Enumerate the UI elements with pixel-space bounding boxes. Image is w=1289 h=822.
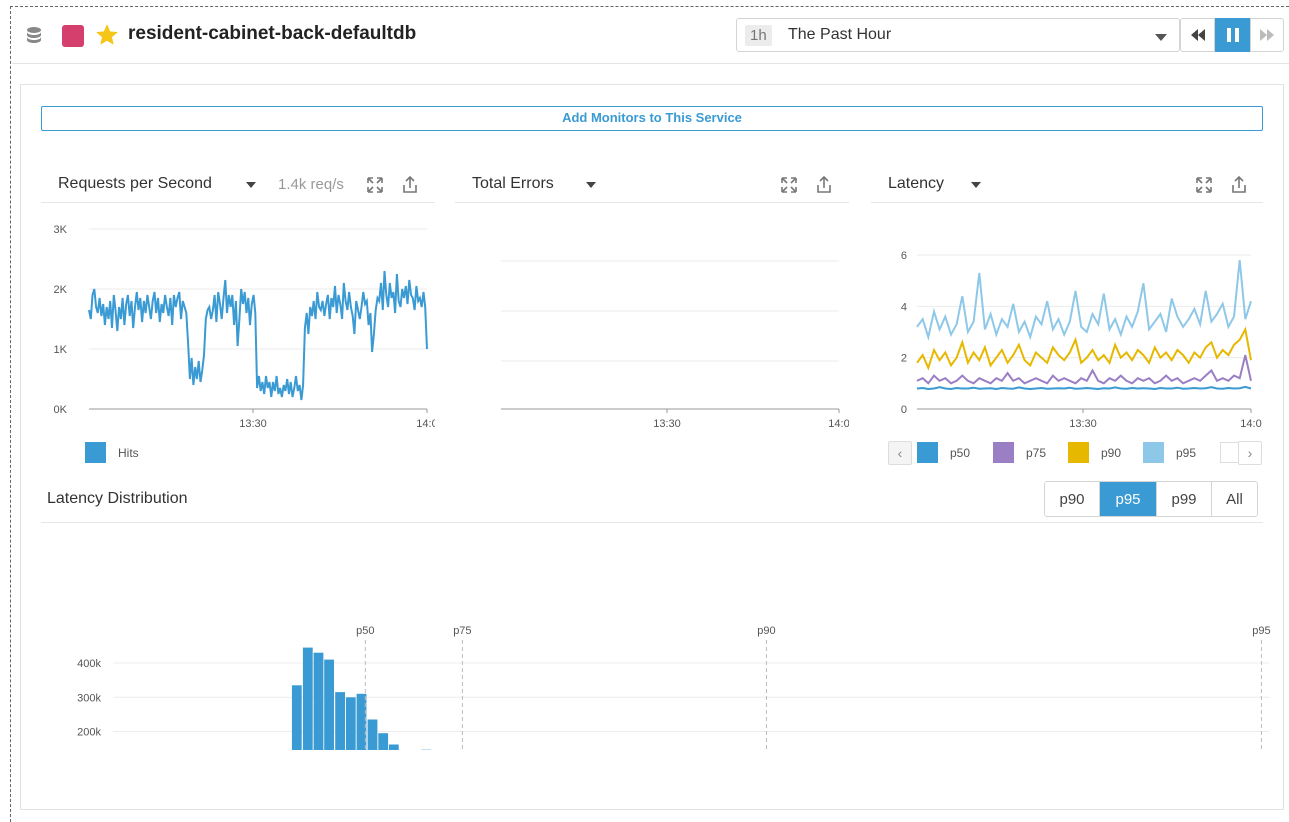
percentile-marker-label: p50 [356, 625, 374, 637]
y-tick-label: 3K [54, 224, 68, 236]
fast-forward-button[interactable] [1250, 18, 1284, 52]
database-icon [27, 27, 41, 43]
percentile-button-p99[interactable]: p99 [1157, 482, 1212, 516]
rewind-button[interactable] [1180, 18, 1215, 52]
x-tick-label: 14:0 [828, 418, 849, 430]
percentile-marker-label: p90 [757, 625, 775, 637]
expand-icon[interactable] [365, 175, 385, 195]
histogram-bar [378, 733, 389, 750]
legend-label: p50 [950, 445, 971, 460]
export-icon[interactable] [814, 175, 834, 195]
histogram-bar [388, 744, 399, 750]
x-tick-label: 14:0 [1240, 418, 1261, 430]
y-tick-label: 2K [54, 284, 68, 296]
histogram-bar [302, 647, 313, 750]
series-line-p90 [916, 326, 1252, 371]
chevron-down-icon[interactable] [246, 182, 256, 188]
percentile-marker-label: p95 [1252, 625, 1270, 637]
fast-forward-icon [1260, 29, 1274, 41]
percentile-button-p95[interactable]: p95 [1100, 482, 1157, 516]
latency-chart[interactable]: 6 4 2 0 13:30 14:0 [871, 215, 1265, 435]
dashed-border-left [10, 6, 11, 822]
chevron-down-icon [1155, 34, 1167, 41]
export-icon[interactable] [400, 175, 420, 195]
x-tick-label: 13:30 [1069, 418, 1097, 430]
star-icon[interactable] [94, 22, 120, 48]
expand-icon[interactable] [1194, 175, 1214, 195]
expand-icon[interactable] [779, 175, 799, 195]
percentile-toggle: p90 p95 p99 All [1044, 481, 1258, 517]
histogram-bar [335, 692, 345, 750]
y-tick-label: 2 [901, 353, 907, 365]
percentile-marker-label: p75 [453, 625, 471, 637]
chevron-down-icon[interactable] [586, 182, 596, 188]
legend-swatch [993, 442, 1014, 463]
chevron-left-icon[interactable]: ‹ [888, 441, 912, 465]
y-tick-label: 0 [901, 404, 907, 416]
pause-icon [1226, 28, 1239, 42]
x-tick-label: 13:30 [239, 418, 267, 430]
y-tick-label: 400k [77, 658, 101, 670]
time-range-label: The Past Hour [788, 26, 892, 43]
pause-button[interactable] [1215, 18, 1250, 52]
legend-swatch [1068, 442, 1089, 463]
legend-label: Hits [118, 445, 139, 460]
service-header: resident-cabinet-back-defaultdb 1h The P… [12, 8, 1289, 64]
histogram-bar [291, 685, 302, 750]
requests-widget-header: Requests per Second 1.4k req/s [41, 167, 435, 203]
errors-widget-header: Total Errors [455, 167, 849, 203]
legend-label: p95 [1176, 445, 1197, 460]
latency-widget-header: Latency [871, 167, 1263, 203]
legend-label: p90 [1101, 445, 1122, 460]
legend-label: p75 [1026, 445, 1047, 460]
x-tick-label: 13:30 [653, 418, 681, 430]
distribution-title: Latency Distribution [47, 490, 188, 507]
time-range-select[interactable]: 1h The Past Hour [736, 18, 1180, 52]
playback-controls [1180, 18, 1284, 52]
errors-widget-title[interactable]: Total Errors [472, 175, 554, 193]
histogram-bar [313, 652, 324, 750]
histogram-bar [345, 697, 356, 750]
percentile-button-all[interactable]: All [1212, 482, 1257, 516]
requests-widget-title[interactable]: Requests per Second [58, 175, 212, 193]
series-line-p50 [916, 385, 1252, 391]
legend-item-p75[interactable]: p75 [993, 442, 1046, 463]
histogram-bar [367, 719, 378, 750]
y-tick-label: 1K [54, 344, 68, 356]
latency-widget-title[interactable]: Latency [888, 175, 944, 193]
chevron-down-icon[interactable] [971, 182, 981, 188]
y-tick-label: 4 [901, 301, 907, 313]
legend-swatch [1143, 442, 1164, 463]
legend-item-p95[interactable]: p95 [1143, 442, 1196, 463]
legend-swatch [85, 442, 106, 463]
dashed-border-top [10, 6, 1289, 7]
latency-distribution-chart[interactable]: 400k300k200k100k00 ns0.50 ms1.00 ms1.50 … [41, 530, 1271, 750]
add-monitors-button[interactable]: Add Monitors to This Service [41, 106, 1263, 131]
percentile-button-p90[interactable]: p90 [1045, 482, 1100, 516]
histogram-bar [324, 659, 334, 750]
legend-item-p50[interactable]: p50 [917, 442, 970, 463]
x-tick-label: 14:0 [416, 418, 435, 430]
series-line-hits [88, 270, 428, 401]
service-color-chip [62, 25, 84, 47]
rewind-icon [1190, 29, 1205, 41]
y-tick-label: 300k [77, 692, 101, 704]
time-range-badge: 1h [745, 25, 772, 46]
legend-item-hits[interactable]: Hits [85, 442, 139, 463]
requests-chart[interactable]: 3K 2K 1K 0K 13:30 14:0 [41, 215, 435, 435]
service-panel: Add Monitors to This Service Requests pe… [20, 84, 1284, 810]
legend-swatch [917, 442, 938, 463]
distribution-divider [41, 522, 1263, 523]
y-tick-label: 6 [901, 250, 907, 262]
legend-item-p90[interactable]: p90 [1068, 442, 1121, 463]
y-tick-label: 200k [77, 727, 101, 739]
requests-widget-value: 1.4k req/s [278, 176, 344, 193]
service-title: resident-cabinet-back-defaultdb [128, 23, 417, 44]
series-line-p95 [916, 259, 1252, 341]
chevron-right-icon[interactable]: › [1238, 441, 1262, 465]
errors-chart[interactable]: 13:30 14:0 [455, 215, 849, 435]
y-tick-label: 0K [54, 404, 68, 416]
export-icon[interactable] [1229, 175, 1249, 195]
